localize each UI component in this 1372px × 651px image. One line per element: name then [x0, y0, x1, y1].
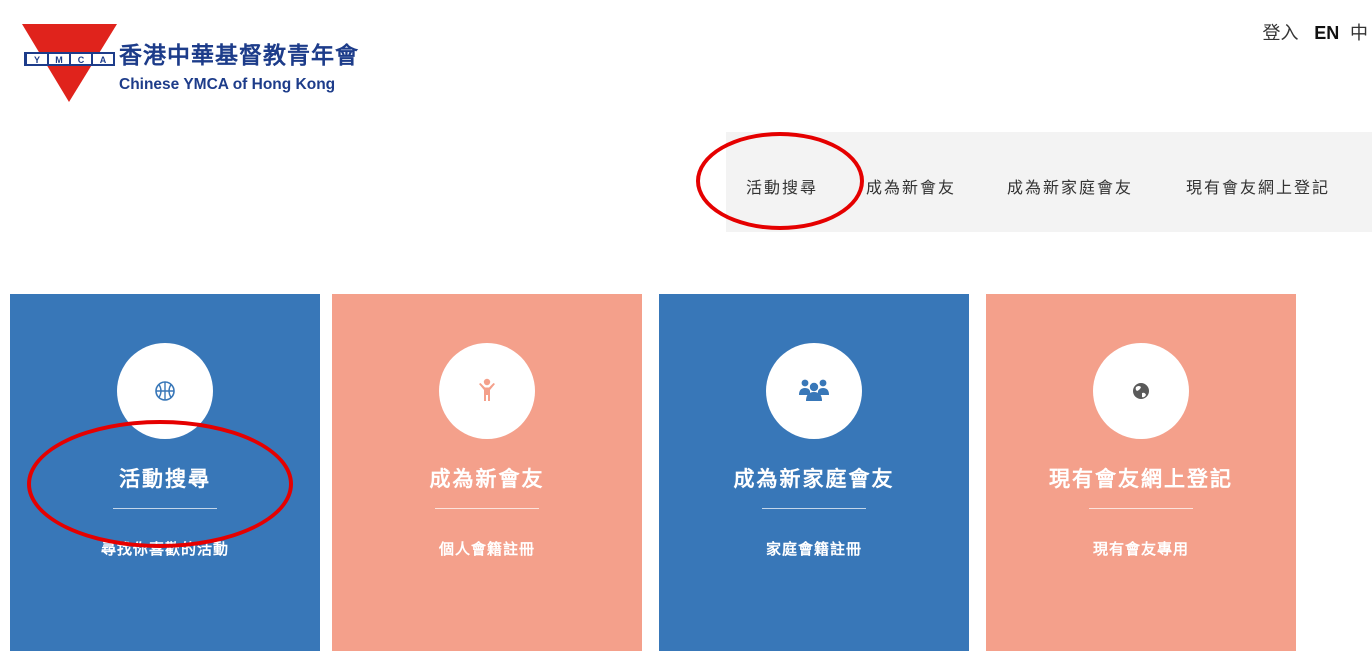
- card-title: 現有會友網上登記: [1049, 467, 1233, 491]
- card-title: 成為新家庭會友: [733, 467, 895, 491]
- ymca-triangle-logo: Y M C A: [22, 24, 117, 102]
- svg-text:M: M: [55, 55, 63, 65]
- basketball-icon: [155, 381, 175, 401]
- child-icon: [479, 378, 495, 401]
- ymca-logo[interactable]: Y M C A 香港中華基督教青年會 Chinese YMCA of Hong …: [22, 24, 382, 104]
- nav-new-member[interactable]: 成為新會友: [866, 174, 956, 198]
- card-icon-circle: [766, 343, 862, 439]
- group-icon: [799, 379, 829, 401]
- brand-name-en: Chinese YMCA of Hong Kong: [119, 76, 336, 93]
- card-subtitle: 現有會友專用: [1092, 540, 1189, 558]
- nav-existing-member-register[interactable]: 現有會友網上登記: [1186, 174, 1330, 198]
- globe-icon: [1133, 383, 1149, 399]
- nav-new-family-member[interactable]: 成為新家庭會友: [1007, 174, 1133, 198]
- top-links: 登入 EN 中: [1263, 19, 1368, 45]
- main-nav: 活動搜尋 成為新會友 成為新家庭會友 現有會友網上登記: [726, 132, 1372, 232]
- card-divider: [1089, 508, 1193, 509]
- card-divider: [113, 508, 217, 509]
- login-link[interactable]: 登入: [1263, 23, 1299, 44]
- nav-activity-search[interactable]: 活動搜尋: [746, 174, 818, 198]
- svg-text:Y: Y: [34, 55, 40, 65]
- card-title: 成為新會友: [429, 467, 545, 491]
- card-divider: [762, 508, 866, 509]
- lang-zh-link[interactable]: 中: [1350, 23, 1368, 44]
- card-divider: [435, 508, 539, 509]
- svg-text:C: C: [78, 55, 85, 65]
- svg-text:A: A: [100, 55, 107, 65]
- brand-name-zh: 香港中華基督教青年會: [119, 43, 359, 69]
- card-subtitle: 家庭會籍註冊: [765, 540, 862, 558]
- card-new-member[interactable]: 成為新會友 個人會籍註冊: [332, 294, 642, 651]
- lang-en-link[interactable]: EN: [1314, 23, 1339, 43]
- card-icon-circle: [117, 343, 213, 439]
- card-new-family-member[interactable]: 成為新家庭會友 家庭會籍註冊: [659, 294, 969, 651]
- card-title: 活動搜尋: [119, 467, 211, 491]
- card-icon-circle: [439, 343, 535, 439]
- card-activity-search[interactable]: 活動搜尋 尋找你喜歡的活動: [10, 294, 320, 651]
- card-subtitle: 個人會籍註冊: [438, 540, 535, 558]
- card-existing-member-register[interactable]: 現有會友網上登記 現有會友專用: [986, 294, 1296, 651]
- card-icon-circle: [1093, 343, 1189, 439]
- card-subtitle: 尋找你喜歡的活動: [100, 540, 229, 558]
